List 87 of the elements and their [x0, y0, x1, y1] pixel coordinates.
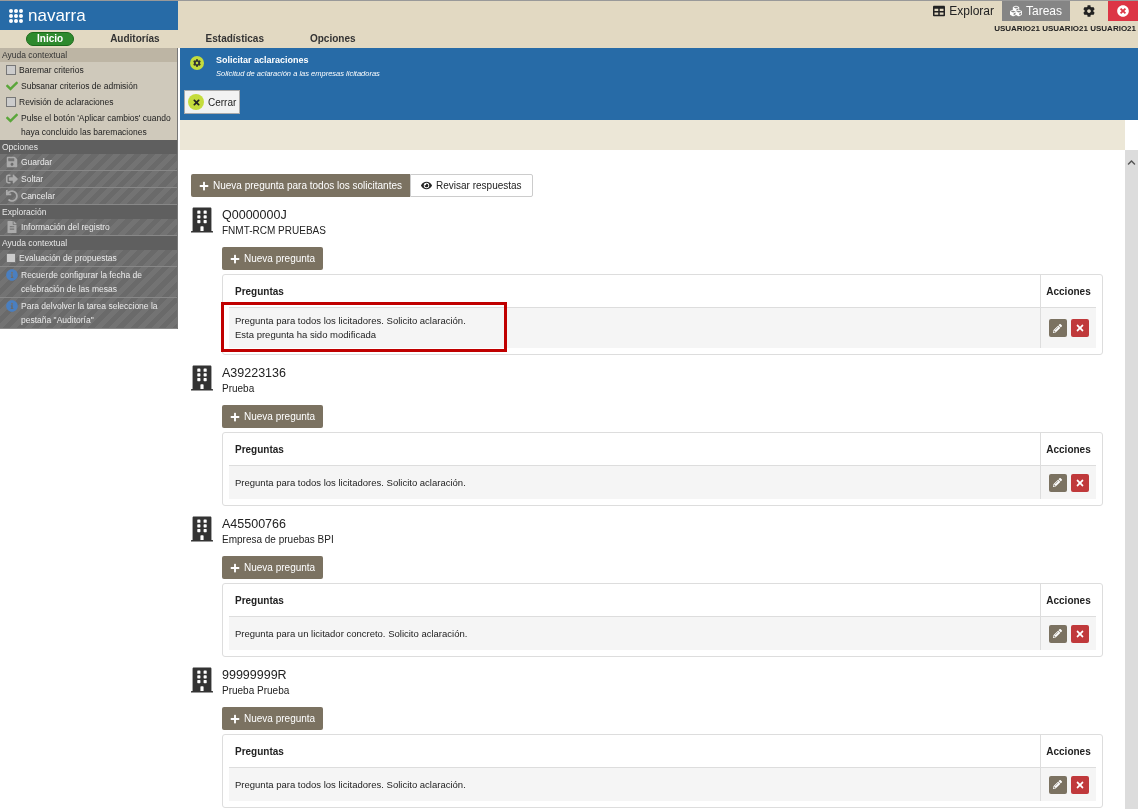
new-question-button[interactable]: Nueva pregunta — [222, 247, 324, 270]
column-header: Preguntas — [234, 745, 285, 759]
question-text: Esta pregunta ha sido modificada — [235, 328, 377, 342]
sidebar-item[interactable]: Subsanar criterios de admisión — [0, 78, 177, 94]
question-text: Pregunta para todos los licitadores. Solicito aclaración. — [235, 777, 467, 792]
question-text: Pregunta para un licitador concreto. Solicito aclaración. — [235, 626, 469, 641]
info-icon — [6, 300, 18, 312]
cubes-icon — [1009, 5, 1022, 17]
close-icon — [188, 94, 204, 110]
plus-icon — [230, 411, 240, 422]
sidebar-item[interactable]: Baremar criterios — [0, 62, 177, 78]
building-icon — [191, 516, 213, 542]
checkbox[interactable] — [6, 97, 16, 107]
plus-icon — [230, 253, 240, 264]
eye-icon — [421, 180, 432, 191]
settings-icon — [1083, 5, 1095, 17]
sidebar-item[interactable]: Revisión de aclaraciones — [0, 94, 177, 110]
user-names: USUARIO21 USUARIO21 USUARIO21 — [994, 23, 1137, 35]
delete-button[interactable] — [1070, 319, 1089, 337]
review-answers-button[interactable]: Revisar respuestas — [410, 174, 533, 197]
close-dialog-button[interactable]: Cerrar — [184, 90, 241, 114]
save-icon — [6, 156, 18, 168]
plus-icon — [230, 713, 240, 724]
edit-button[interactable] — [1048, 624, 1067, 643]
logo-text: navarra — [28, 4, 86, 27]
check-icon — [6, 112, 18, 124]
question-text: Pregunta para todos los licitadores. Solicito aclaración. — [235, 314, 467, 328]
delete-button[interactable] — [1070, 473, 1089, 492]
sidebar-item[interactable]: Pulse el botón 'Aplicar cambios' cuando haya concluido las baremaciones — [0, 110, 177, 140]
edit-button[interactable] — [1048, 319, 1067, 337]
pencil-icon — [1053, 629, 1062, 638]
company-name: Empresa de pruebas BPI — [222, 533, 334, 547]
sidebar-section-title: Ayuda contextual — [2, 236, 68, 250]
sidebar-section-title: Ayuda contextual — [2, 48, 68, 62]
delete-button[interactable] — [1070, 775, 1089, 794]
building-icon — [191, 667, 213, 693]
check-icon — [6, 80, 18, 92]
question-text: Pregunta para todos los licitadores. Solicito aclaración. — [235, 475, 467, 490]
undo-icon — [6, 190, 18, 202]
new-question-button[interactable]: Nueva pregunta — [222, 556, 324, 579]
delete-icon — [1074, 323, 1085, 333]
company-id: A39223136 — [222, 365, 286, 381]
pencil-icon — [1053, 323, 1062, 333]
nav-tab[interactable]: Estadísticas — [195, 33, 274, 46]
company-id: A45500766 — [222, 516, 287, 532]
building-icon — [191, 365, 213, 391]
pencil-icon — [1053, 478, 1062, 487]
table-icon — [933, 5, 946, 17]
close-icon — [1117, 5, 1129, 17]
company-id: 99999999R — [222, 667, 288, 683]
new-question-button[interactable]: Nueva pregunta — [222, 405, 324, 428]
info-icon — [6, 269, 18, 281]
company-name: FNMT-RCM PRUEBAS — [222, 224, 326, 238]
sidebar-section-title: Opciones — [2, 140, 38, 154]
delete-button[interactable] — [1070, 624, 1089, 643]
delete-icon — [1074, 779, 1085, 790]
close-button[interactable] — [1108, 1, 1138, 21]
exit-icon — [6, 173, 18, 185]
building-icon — [191, 207, 213, 233]
new-question-all-button[interactable]: Nueva pregunta para todos los solicitantes — [191, 174, 410, 197]
company-name: Prueba — [222, 382, 256, 396]
dialog-title: Solicitar aclaraciones — [216, 54, 310, 67]
plus-icon — [230, 562, 240, 573]
document-icon — [6, 221, 18, 233]
column-header: Preguntas — [234, 285, 285, 299]
nav-tab[interactable]: Opciones — [299, 33, 366, 46]
column-header: Preguntas — [234, 443, 285, 457]
pencil-icon — [1053, 780, 1062, 789]
nav-tab[interactable]: Auditorías — [100, 33, 170, 46]
column-header: Preguntas — [234, 594, 285, 608]
tasks-button[interactable]: Tareas — [1001, 1, 1070, 21]
grid-logo-icon — [8, 7, 24, 24]
edit-button[interactable] — [1048, 473, 1067, 492]
new-question-button[interactable]: Nueva pregunta — [222, 707, 324, 730]
company-name: Prueba Prueba — [222, 684, 290, 698]
nav-tab[interactable]: Inicio — [26, 32, 75, 47]
scroll-up-icon[interactable] — [1127, 158, 1136, 167]
sidebar-section-title: Exploración — [2, 205, 47, 219]
checkbox[interactable] — [6, 65, 16, 75]
explore-button[interactable]: Explorar — [925, 1, 1002, 21]
gear-icon — [190, 56, 204, 70]
plus-icon — [199, 180, 209, 191]
edit-button[interactable] — [1048, 775, 1067, 794]
scrollbar[interactable] — [1125, 150, 1138, 809]
delete-icon — [1074, 477, 1085, 488]
delete-icon — [1074, 628, 1085, 639]
company-id: Q0000000J — [222, 207, 288, 223]
